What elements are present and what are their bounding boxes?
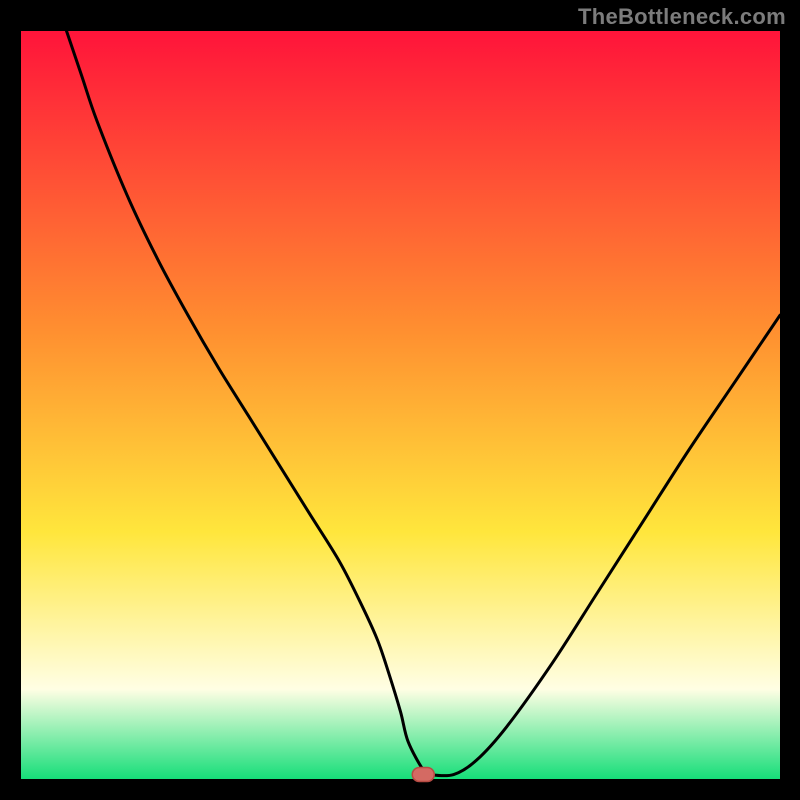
bottleneck-chart <box>0 0 800 800</box>
chart-stage: TheBottleneck.com <box>0 0 800 800</box>
gradient-background <box>21 31 780 779</box>
minimum-marker <box>412 768 434 782</box>
watermark-text: TheBottleneck.com <box>578 4 786 30</box>
